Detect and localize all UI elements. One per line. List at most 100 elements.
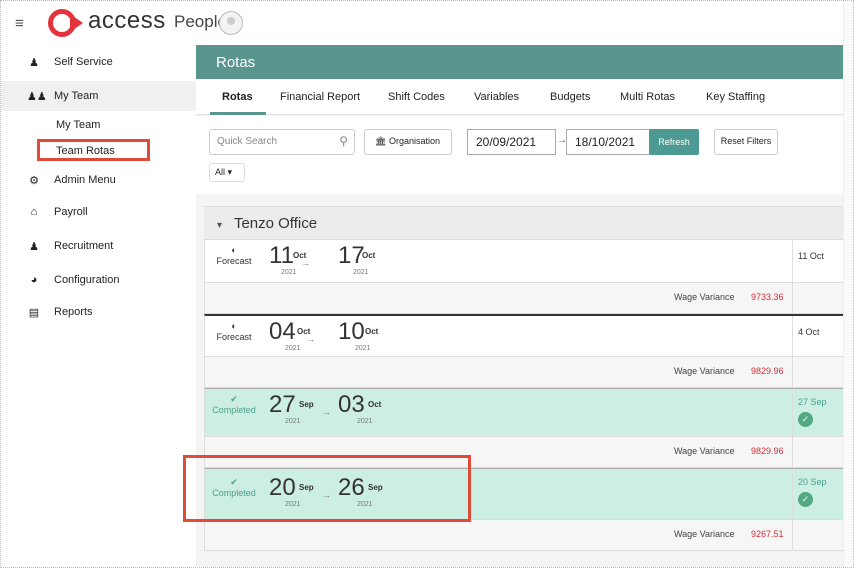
report-icon: ▤ xyxy=(28,306,40,319)
start-year: 2021 xyxy=(285,418,301,425)
organisation-icon: 🏛 xyxy=(375,136,387,146)
search-icon: ⚲ xyxy=(339,134,348,148)
sidebar-item-admin-menu[interactable]: ⚙ Admin Menu xyxy=(1,165,196,195)
group-header[interactable]: ▾ Tenzo Office xyxy=(204,206,853,240)
vertical-scrollbar[interactable] xyxy=(843,1,853,567)
to-arrow-icon: → xyxy=(306,334,315,344)
sidebar-item-label: Self Service xyxy=(54,56,113,68)
sidebar-item-label: Reports xyxy=(54,306,93,318)
sidebar-item-payroll[interactable]: ⌂ Payroll xyxy=(1,197,196,227)
end-day: 03 xyxy=(338,391,365,418)
caret-down-icon: ▾ xyxy=(217,220,223,231)
check-circle-icon: ✓ xyxy=(798,492,813,507)
tab-shift-codes[interactable]: Shift Codes xyxy=(388,91,445,103)
start-day: 04 xyxy=(269,318,296,345)
end-year: 2021 xyxy=(357,418,373,425)
wage-variance-row: Wage Variance 9267.51 xyxy=(204,520,853,551)
end-month: Oct xyxy=(368,400,382,409)
start-day: 27 xyxy=(269,391,296,418)
app-window: ≡ access People ♟ Self Service ♟♟ My Tea… xyxy=(0,0,854,568)
globe-icon: ◕ xyxy=(30,274,38,286)
wage-variance-value: 9829.96 xyxy=(751,446,784,456)
sidebar-item-label: My Team xyxy=(54,90,99,102)
wage-variance-row: Wage Variance 9733.36 xyxy=(204,283,853,314)
sidebar: ♟ Self Service ♟♟ My Team My Team Team R… xyxy=(1,45,196,567)
refresh-button[interactable]: Refresh xyxy=(649,129,699,155)
organisation-button[interactable]: 🏛 Organisation xyxy=(364,129,452,155)
rota-status: ◐ Forecast xyxy=(209,245,259,267)
highlight-box xyxy=(183,455,471,522)
start-year: 2021 xyxy=(285,345,301,352)
tab-multi-rotas[interactable]: Multi Rotas xyxy=(620,91,675,103)
chevron-down-icon: ▾ xyxy=(227,167,233,177)
all-chip-label: All xyxy=(215,167,226,177)
end-month: Oct xyxy=(362,251,376,260)
gears-icon: ⚙ xyxy=(29,174,39,187)
wage-variance-value: 9267.51 xyxy=(751,529,784,539)
tab-variables[interactable]: Variables xyxy=(474,91,519,103)
end-year: 2021 xyxy=(353,269,369,276)
logo-arrow-icon xyxy=(70,14,83,32)
date-to-input[interactable]: 18/10/2021 xyxy=(566,129,655,155)
sidebar-item-configuration[interactable]: ◕ Configuration xyxy=(1,265,196,295)
group-name: Tenzo Office xyxy=(233,215,318,232)
tab-budgets[interactable]: Budgets xyxy=(550,91,590,103)
tab-financial-report[interactable]: Financial Report xyxy=(280,91,360,103)
organisation-label: Organisation xyxy=(388,136,440,146)
rota-status: ◐ Forecast xyxy=(209,321,259,343)
wage-variance-label: Wage Variance xyxy=(674,292,735,302)
hamburger-menu-icon[interactable]: ≡ xyxy=(15,15,24,32)
brand-name: access xyxy=(88,7,166,34)
sidebar-item-my-team[interactable]: ♟♟ My Team xyxy=(1,81,196,111)
wage-variance-value: 9733.36 xyxy=(751,292,784,302)
sidebar-item-label: Admin Menu xyxy=(54,174,116,186)
wage-variance-label: Wage Variance xyxy=(674,366,735,376)
start-year: 2021 xyxy=(281,269,297,276)
sidebar-item-recruitment[interactable]: ♟ Recruitment xyxy=(1,231,196,261)
person-icon: ♟ xyxy=(29,56,39,69)
wage-variance-row: Wage Variance 9829.96 xyxy=(204,357,853,388)
date-from-input[interactable]: 20/09/2021 xyxy=(467,129,556,155)
all-filter-dropdown[interactable]: All ▾ xyxy=(209,163,245,182)
person-icon: ♟ xyxy=(29,240,39,253)
top-bar: ≡ access People xyxy=(1,1,853,45)
tab-rotas[interactable]: Rotas xyxy=(222,91,253,103)
wage-variance-label: Wage Variance xyxy=(674,446,735,456)
team-icon: ♟♟ xyxy=(27,90,47,103)
wage-variance-label: Wage Variance xyxy=(674,529,735,539)
sidebar-item-label: Recruitment xyxy=(54,240,114,252)
sidebar-item-label: Payroll xyxy=(54,206,88,218)
sidebar-item-label: Configuration xyxy=(54,274,120,286)
highlight-box xyxy=(37,139,150,161)
to-arrow-icon: → xyxy=(322,407,331,417)
main-content: Rotas Rotas Financial Report Shift Codes… xyxy=(183,45,853,567)
page-title: Rotas xyxy=(196,45,853,79)
rota-row[interactable]: ✔ Completed 27 Sep 2021 → 03 Oct 2021 27… xyxy=(204,388,853,438)
search-input[interactable]: Quick Search ⚲ xyxy=(209,129,355,155)
end-month: Oct xyxy=(365,327,379,336)
reset-filters-button[interactable]: Reset Filters xyxy=(714,129,778,155)
wage-variance-value: 9829.96 xyxy=(751,366,784,376)
sidebar-item-self-service[interactable]: ♟ Self Service xyxy=(1,47,196,77)
check-icon: ✔ xyxy=(230,394,238,404)
home-icon: ⌂ xyxy=(30,206,38,218)
end-year: 2021 xyxy=(355,345,371,352)
sidebar-item-reports[interactable]: ▤ Reports xyxy=(1,297,196,327)
rota-row[interactable]: ◐ Forecast 04 Oct 2021 → 10 Oct 2021 4 O… xyxy=(204,314,853,359)
start-month: Sep xyxy=(299,400,314,409)
filter-bar: Quick Search ⚲ 🏛 Organisation 20/09/2021… xyxy=(196,116,853,194)
search-placeholder: Quick Search xyxy=(217,136,278,147)
tab-key-staffing[interactable]: Key Staffing xyxy=(706,91,765,103)
user-avatar-icon[interactable] xyxy=(219,11,243,35)
forecast-icon: ◐ xyxy=(231,321,237,331)
sidebar-subitem-my-team[interactable]: My Team xyxy=(56,119,100,131)
to-arrow-icon: → xyxy=(301,258,310,268)
check-circle-icon: ✓ xyxy=(798,412,813,427)
forecast-icon: ◐ xyxy=(231,245,237,255)
start-day: 11 xyxy=(269,242,294,269)
rota-row[interactable]: ◐ Forecast 11 Oct 2021 → 17 Oct 2021 11 … xyxy=(204,240,853,283)
tab-bar: Rotas Financial Report Shift Codes Varia… xyxy=(196,79,853,115)
end-day: 10 xyxy=(338,318,365,345)
rota-status: ✔ Completed xyxy=(209,394,259,416)
end-day: 17 xyxy=(338,242,365,269)
